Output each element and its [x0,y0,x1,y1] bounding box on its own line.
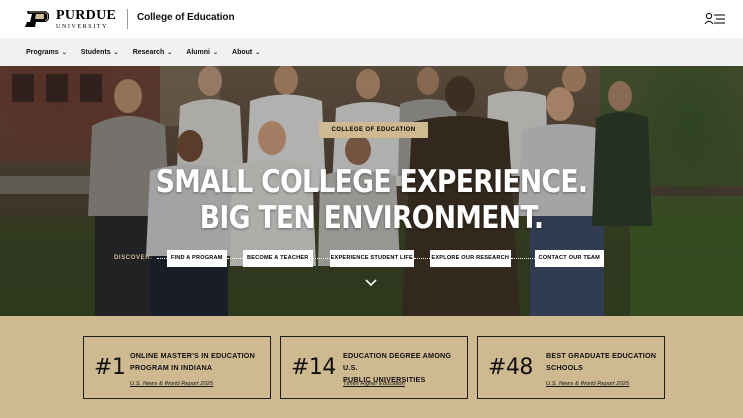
college-name-link[interactable]: College of Education [137,12,235,23]
nav-item-label: Students [80,48,111,56]
explore-research-button[interactable]: EXPLORE OUR RESEARCH [429,249,511,267]
ranking-number: #14 [291,355,336,380]
hero-headline-line-1: SMALL COLLEGE EXPERIENCE. [155,164,588,200]
site-header: PURDUE UNIVERSITY. College of Education [0,0,743,38]
chevron-down-icon: ⌄ [255,49,261,56]
nav-item-students[interactable]: Students ⌄ [81,49,119,56]
ranking-title-line: PROGRAM IN INDIANA [130,363,213,372]
hero-headline-line-2: BIG TEN ENVIRONMENT. [199,200,544,236]
nav-item-about[interactable]: About ⌄ [232,49,260,56]
ranking-source-link[interactable]: Times Higher Education [343,381,405,387]
dotted-connector [510,257,535,259]
main-nav: Programs ⌄ Students ⌄ Research ⌄ Alumni ⌄ Ab… [0,38,743,66]
nav-item-label: Research [132,48,165,56]
ranking-source-link[interactable]: U.S. News & World Report 2025 [130,381,213,387]
chevron-down-icon: ⌄ [113,49,119,56]
ranking-title: BEST GRADUATE EDUCATION SCHOOLS [546,350,656,374]
contact-team-button[interactable]: CONTACT OUR TEAM [534,249,604,267]
dotted-connector [156,257,167,259]
ranking-title-line: SCHOOLS [546,363,583,372]
logo-wordmark: PURDUE [56,7,117,23]
ranking-title-line: ONLINE MASTER'S IN EDUCATION [130,351,255,360]
rankings-section: #1 ONLINE MASTER'S IN EDUCATION PROGRAM … [0,316,743,418]
student-life-button[interactable]: EXPERIENCE STUDENT LIFE [329,249,414,267]
ranking-number: #1 [94,355,126,380]
find-program-button[interactable]: FIND A PROGRAM [166,249,227,267]
header-divider [127,9,128,29]
chevron-down-icon: ⌄ [213,49,219,56]
logo-subtitle: UNIVERSITY. [56,23,111,30]
discover-label: DISCOVER: [114,255,153,261]
ranking-source-link[interactable]: U.S. News & World Report 2025 [546,381,629,387]
nav-item-label: Alumni [186,48,210,56]
nav-item-alumni[interactable]: Alumni ⌄ [186,49,218,56]
ranking-title: ONLINE MASTER'S IN EDUCATION PROGRAM IN … [130,350,255,374]
purdue-p-logo-icon [25,11,49,27]
dotted-connector [226,257,243,259]
become-teacher-button[interactable]: BECOME A TEACHER [242,249,313,267]
chevron-down-icon: ⌄ [61,49,67,56]
ranking-card: #48 BEST GRADUATE EDUCATION SCHOOLS U.S.… [477,336,665,399]
chevron-down-icon: ⌄ [167,49,173,56]
college-badge: COLLEGE OF EDUCATION [319,122,428,138]
ranking-title-line: EDUCATION DEGREE AMONG U.S. [343,351,452,372]
nav-item-label: Programs [26,48,59,56]
ranking-card: #14 EDUCATION DEGREE AMONG U.S. PUBLIC U… [280,336,468,399]
ranking-number: #48 [488,355,533,380]
ranking-card: #1 ONLINE MASTER'S IN EDUCATION PROGRAM … [83,336,271,399]
purdue-logo[interactable]: PURDUE UNIVERSITY. [24,7,117,30]
nav-item-programs[interactable]: Programs ⌄ [26,49,67,56]
nav-item-label: About [232,48,253,56]
discover-bar: DISCOVER: FIND A PROGRAM BECOME A TEACHE… [114,249,644,267]
hero-banner: COLLEGE OF EDUCATION SMALL COLLEGE EXPER… [0,66,743,316]
dotted-connector [413,257,430,259]
nav-item-research[interactable]: Research ⌄ [133,49,173,56]
user-menu-icon[interactable] [704,12,726,26]
scroll-down-chevron-icon[interactable] [364,276,378,290]
ranking-title-line: BEST GRADUATE EDUCATION [546,351,657,360]
dotted-connector [312,257,330,259]
